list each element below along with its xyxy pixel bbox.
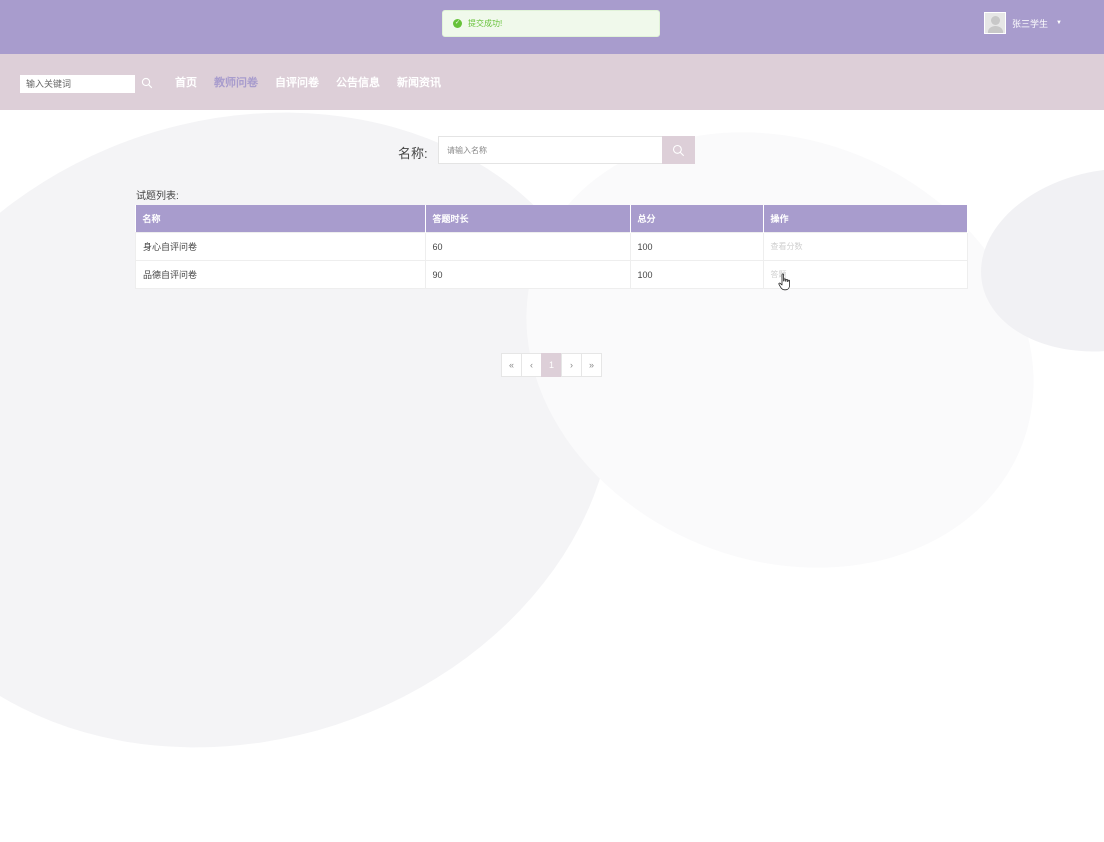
cell-duration: 90 [424,260,631,289]
prev-page-button[interactable]: ‹ [521,353,542,377]
top-header: ✓ 提交成功! 张三学生 ▼ [0,0,1104,54]
table-row: 品德自评问卷 90 100 答题 [135,260,968,289]
success-toast: ✓ 提交成功! [442,10,660,37]
column-header-name: 名称 [135,205,426,233]
question-table: 名称 答题时长 总分 操作 身心自评问卷 60 100 查看分数 品德自评问卷 … [135,205,968,289]
column-header-score: 总分 [630,205,764,233]
cell-action: 答题 [762,260,968,289]
name-filter-label: 名称: [398,146,428,161]
table-header-row: 名称 答题时长 总分 操作 [135,205,968,233]
nav-menu: 首页 教师问卷 自评问卷 公告信息 新闻资讯 [175,75,458,91]
column-header-action: 操作 [763,205,968,233]
next-page-button[interactable]: › [561,353,582,377]
current-page-button[interactable]: 1 [541,353,562,377]
avatar[interactable] [984,12,1006,34]
list-title: 试题列表: [136,191,179,202]
last-page-button[interactable]: » [581,353,602,377]
view-score-link[interactable]: 查看分数 [771,242,803,251]
hand-cursor-icon [778,273,790,291]
search-icon[interactable] [141,77,153,89]
nav-item-home[interactable]: 首页 [175,75,197,91]
first-page-button[interactable]: « [501,353,522,377]
background-shape [966,148,1104,372]
cell-score: 100 [629,260,764,289]
toast-message: 提交成功! [468,19,503,28]
nav-item-self-survey[interactable]: 自评问卷 [275,75,319,91]
keyword-search-input[interactable] [20,75,135,93]
search-button[interactable] [662,136,695,164]
check-circle-icon: ✓ [453,19,462,28]
pagination: « ‹ 1 › » [501,353,602,377]
nav-item-news[interactable]: 新闻资讯 [397,75,441,91]
cell-name: 身心自评问卷 [135,232,426,261]
nav-item-teacher-survey[interactable]: 教师问卷 [214,75,258,91]
nav-bar: 首页 教师问卷 自评问卷 公告信息 新闻资讯 [0,54,1104,110]
cell-name: 品德自评问卷 [135,260,426,289]
cell-score: 100 [629,232,764,261]
nav-item-announcements[interactable]: 公告信息 [336,75,380,91]
user-name[interactable]: 张三学生 [1012,17,1048,30]
caret-down-icon[interactable]: ▼ [1056,20,1062,26]
search-icon [672,144,685,156]
cell-duration: 60 [424,232,631,261]
table-row: 身心自评问卷 60 100 查看分数 [135,232,968,261]
name-filter-input[interactable] [438,136,663,164]
cell-action: 查看分数 [762,232,968,261]
user-menu[interactable]: 张三学生 ▼ [984,11,1104,35]
column-header-duration: 答题时长 [425,205,631,233]
